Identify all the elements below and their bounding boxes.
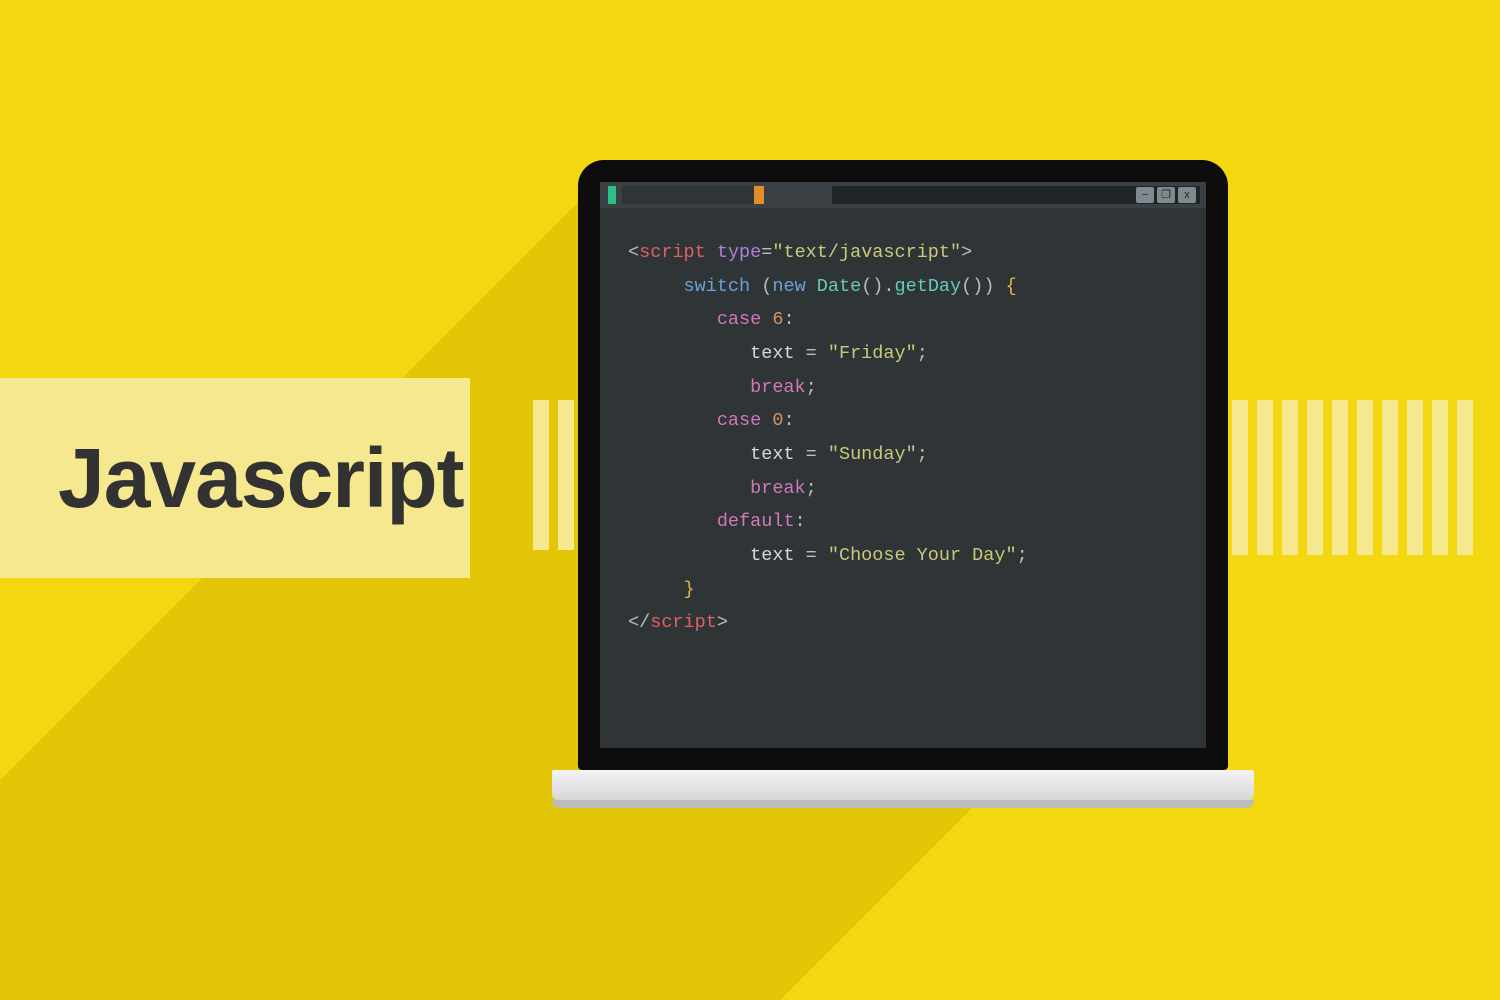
code-token: text bbox=[750, 343, 806, 364]
code-token: ; bbox=[806, 377, 817, 398]
code-token: "Choose Your Day" bbox=[828, 545, 1017, 566]
code-token: new bbox=[772, 276, 805, 297]
tab-indicator-orange bbox=[754, 186, 764, 204]
code-token: switch bbox=[684, 276, 751, 297]
code-token: text bbox=[750, 545, 806, 566]
window-titlebar-field: − ❐ x bbox=[832, 186, 1200, 204]
code-token: = bbox=[761, 242, 772, 263]
code-token: </ bbox=[628, 612, 650, 633]
code-token: "Sunday" bbox=[828, 444, 917, 465]
code-token bbox=[817, 343, 828, 364]
code-token: break bbox=[750, 377, 806, 398]
code-token: < bbox=[628, 242, 639, 263]
laptop: − ❐ x <script type="text/javascript"> sw… bbox=[578, 160, 1228, 808]
code-editor-screen: − ❐ x <script type="text/javascript"> sw… bbox=[600, 182, 1206, 748]
code-token bbox=[761, 309, 772, 330]
code-token: : bbox=[795, 511, 806, 532]
title-panel: Javascript bbox=[0, 378, 470, 578]
code-token: ; bbox=[917, 343, 928, 364]
code-token: ; bbox=[806, 478, 817, 499]
code-token: { bbox=[1006, 276, 1017, 297]
code-token: > bbox=[961, 242, 972, 263]
code-block: <script type="text/javascript"> switch (… bbox=[628, 236, 1028, 640]
code-token: (). bbox=[861, 276, 894, 297]
code-token: 0 bbox=[772, 410, 783, 431]
maximize-icon[interactable]: ❐ bbox=[1157, 187, 1175, 203]
code-token: 6 bbox=[772, 309, 783, 330]
laptop-base bbox=[552, 770, 1254, 800]
code-token: : bbox=[783, 309, 794, 330]
code-token: case bbox=[717, 309, 761, 330]
code-token: break bbox=[750, 478, 806, 499]
tab-indicator-green bbox=[608, 186, 616, 204]
code-token bbox=[761, 410, 772, 431]
code-token: = bbox=[806, 444, 817, 465]
code-token bbox=[817, 545, 828, 566]
code-token: ; bbox=[1017, 545, 1028, 566]
code-token: default bbox=[717, 511, 795, 532]
code-token: ( bbox=[750, 276, 772, 297]
minimize-icon[interactable]: − bbox=[1136, 187, 1154, 203]
code-token: ()) bbox=[961, 276, 1005, 297]
code-token: type bbox=[717, 242, 761, 263]
code-token: Date bbox=[817, 276, 861, 297]
code-token: ; bbox=[917, 444, 928, 465]
code-token: "text/javascript" bbox=[772, 242, 961, 263]
stage: Javascript − ❐ x bbox=[0, 0, 1500, 1000]
code-token: script bbox=[639, 242, 706, 263]
laptop-screen-bezel: − ❐ x <script type="text/javascript"> sw… bbox=[578, 160, 1228, 770]
code-token bbox=[806, 276, 817, 297]
window-titlebar: − ❐ x bbox=[600, 182, 1206, 208]
close-icon[interactable]: x bbox=[1178, 187, 1196, 203]
code-token: case bbox=[717, 410, 761, 431]
code-token bbox=[817, 444, 828, 465]
code-token: = bbox=[806, 343, 817, 364]
code-token: > bbox=[717, 612, 728, 633]
code-token: : bbox=[783, 410, 794, 431]
code-token: = bbox=[806, 545, 817, 566]
laptop-base-lip bbox=[552, 800, 1254, 808]
code-token: script bbox=[650, 612, 717, 633]
page-title: Javascript bbox=[58, 430, 464, 527]
code-token: getDay bbox=[895, 276, 962, 297]
code-token: text bbox=[750, 444, 806, 465]
decor-bars-right bbox=[1232, 400, 1473, 555]
code-token bbox=[706, 242, 717, 263]
code-token: "Friday" bbox=[828, 343, 917, 364]
code-token: } bbox=[684, 579, 695, 600]
